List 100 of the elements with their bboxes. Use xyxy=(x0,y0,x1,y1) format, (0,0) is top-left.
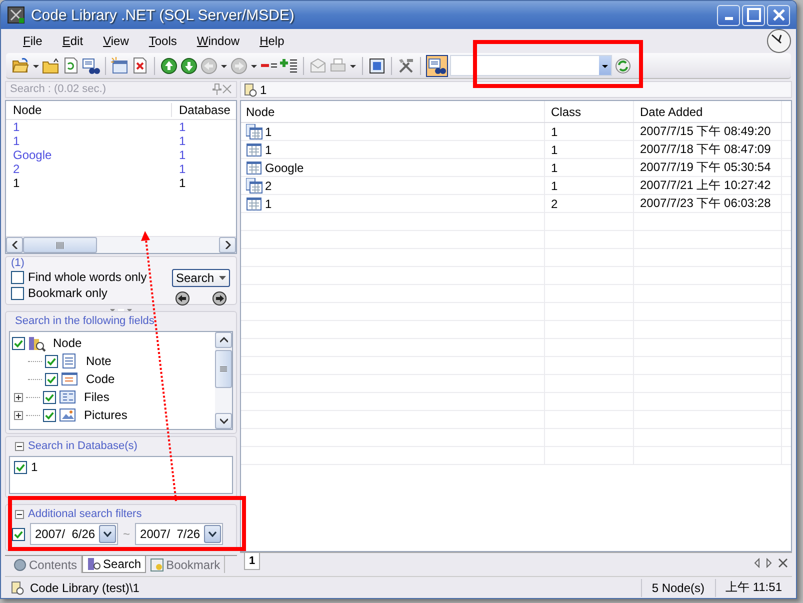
frame-icon[interactable] xyxy=(368,56,386,74)
refresh-circle-icon[interactable] xyxy=(614,56,632,74)
checkbox[interactable] xyxy=(45,354,58,368)
checkbox[interactable] xyxy=(45,372,58,386)
table-cell: 2007/7/19 下午 05:30:54 xyxy=(634,159,782,176)
document-tab[interactable]: 1 xyxy=(244,553,260,570)
group-title: Search in Database(s) xyxy=(28,440,138,453)
document-icon xyxy=(11,580,24,594)
tree-item[interactable]: Code xyxy=(86,372,115,386)
checkbox[interactable] xyxy=(11,270,24,284)
table-cell: 2007/7/15 下午 08:49:20 xyxy=(634,123,782,140)
window-new-icon[interactable] xyxy=(111,56,129,74)
table-cell: 1 xyxy=(545,159,634,176)
document-icon xyxy=(244,82,257,96)
table-cell: 1 xyxy=(545,123,634,140)
panel-tab[interactable]: Search xyxy=(82,556,146,573)
maximize-button[interactable] xyxy=(742,4,765,26)
minimize-button[interactable] xyxy=(717,4,740,26)
down-circle-icon[interactable] xyxy=(180,56,198,74)
result-database: 1 xyxy=(178,134,186,148)
scroll-left-icon xyxy=(12,241,18,250)
result-node[interactable]: Google xyxy=(6,148,172,162)
search-view-icon[interactable] xyxy=(428,56,446,74)
checkbox[interactable] xyxy=(12,336,25,350)
table-cell: 2007/7/23 下午 06:03:28 xyxy=(634,195,782,212)
database-item[interactable]: 1 xyxy=(31,460,38,474)
document-tab[interactable]: 1 xyxy=(240,81,792,98)
scroll-left-icon[interactable] xyxy=(754,558,760,568)
table-cell: 2007/7/18 下午 08:47:09 xyxy=(634,141,782,158)
result-node[interactable]: 1 xyxy=(6,120,172,134)
up-circle-icon[interactable] xyxy=(160,56,178,74)
result-node[interactable]: 2 xyxy=(6,162,172,176)
plus-lines-icon[interactable] xyxy=(280,56,298,74)
horizontal-scrollbar[interactable] xyxy=(6,236,236,254)
close-icon[interactable] xyxy=(778,558,788,568)
checkbox-label[interactable]: Find whole words only xyxy=(28,270,147,284)
checkbox[interactable] xyxy=(11,286,24,300)
bookmark-icon xyxy=(150,558,164,572)
combo-box[interactable] xyxy=(450,55,612,76)
scroll-right-icon[interactable] xyxy=(766,558,772,568)
tree-item[interactable]: Note xyxy=(86,354,112,368)
document-icon[interactable] xyxy=(62,56,80,74)
checkbox[interactable] xyxy=(14,460,27,474)
grip-icon xyxy=(56,242,64,249)
books-icon xyxy=(28,334,46,352)
close-button[interactable] xyxy=(767,4,790,26)
node-name[interactable]: 1 xyxy=(265,196,272,210)
checkbox[interactable] xyxy=(43,390,56,404)
date-picker[interactable]: 2007/ 7/26 xyxy=(135,523,224,545)
result-database: 1 xyxy=(178,176,186,190)
checkbox[interactable] xyxy=(12,528,25,540)
tree-item[interactable]: Node xyxy=(53,336,82,350)
menu-item[interactable]: Edit xyxy=(52,31,94,51)
column-header[interactable]: Database xyxy=(172,102,236,117)
tree-item[interactable]: Files xyxy=(84,390,110,404)
column-header[interactable]: Class xyxy=(545,101,634,122)
chevron-down-icon xyxy=(103,531,112,537)
grip-icon xyxy=(220,366,227,372)
chevron-down-icon xyxy=(208,531,218,537)
menu-item[interactable]: Window xyxy=(186,31,250,51)
expand-toggle[interactable] xyxy=(14,410,23,420)
picture-icon xyxy=(59,406,77,424)
collapse-toggle[interactable] xyxy=(15,510,24,519)
folder-icon[interactable] xyxy=(42,56,60,74)
previous-icon[interactable] xyxy=(175,291,190,306)
tools-icon[interactable] xyxy=(397,56,415,74)
node-name[interactable]: 1 xyxy=(265,142,272,156)
delete-document-icon[interactable] xyxy=(131,56,149,74)
node-name[interactable]: 1 xyxy=(265,124,272,138)
panel-tab[interactable]: Bookmark xyxy=(146,556,226,573)
next-icon[interactable] xyxy=(212,291,227,306)
result-node[interactable]: 1 xyxy=(6,176,172,190)
group-title: Additional search filters xyxy=(28,508,142,521)
window-title: Code Library .NET (SQL Server/MSDE) xyxy=(31,6,296,24)
close-icon xyxy=(772,8,786,22)
node-name[interactable]: Google xyxy=(265,160,304,174)
menu-item[interactable]: File xyxy=(13,31,52,51)
column-header[interactable]: Node xyxy=(6,102,172,117)
menu-item[interactable]: View xyxy=(93,31,139,51)
checkbox[interactable] xyxy=(43,408,56,422)
table-cell: 2 xyxy=(545,195,634,212)
collapse-toggle[interactable] xyxy=(15,442,24,451)
node-name[interactable]: 2 xyxy=(265,178,272,192)
checkbox-label[interactable]: Bookmark only xyxy=(28,286,108,300)
menu-item[interactable]: Help xyxy=(250,31,294,51)
column-header[interactable]: Node xyxy=(241,101,545,122)
group-title: Search in the following fields xyxy=(15,315,154,328)
scroll-up-icon xyxy=(220,337,228,343)
panel-title: Search : (0.02 sec.) xyxy=(10,83,107,96)
result-node[interactable]: 1 xyxy=(6,134,172,148)
search-button[interactable]: Search xyxy=(172,269,230,288)
scroll-down-icon xyxy=(220,418,228,424)
column-header[interactable]: Date Added xyxy=(634,101,782,122)
menu-item[interactable]: Tools xyxy=(138,31,187,51)
folder-open-icon[interactable] xyxy=(12,56,30,74)
vertical-scrollbar[interactable] xyxy=(215,332,232,429)
tree-item[interactable]: Pictures xyxy=(84,408,128,422)
date-picker[interactable]: 2007/ 6/26 xyxy=(30,523,118,545)
match-count: (1) xyxy=(11,258,26,270)
expand-toggle[interactable] xyxy=(14,392,23,402)
